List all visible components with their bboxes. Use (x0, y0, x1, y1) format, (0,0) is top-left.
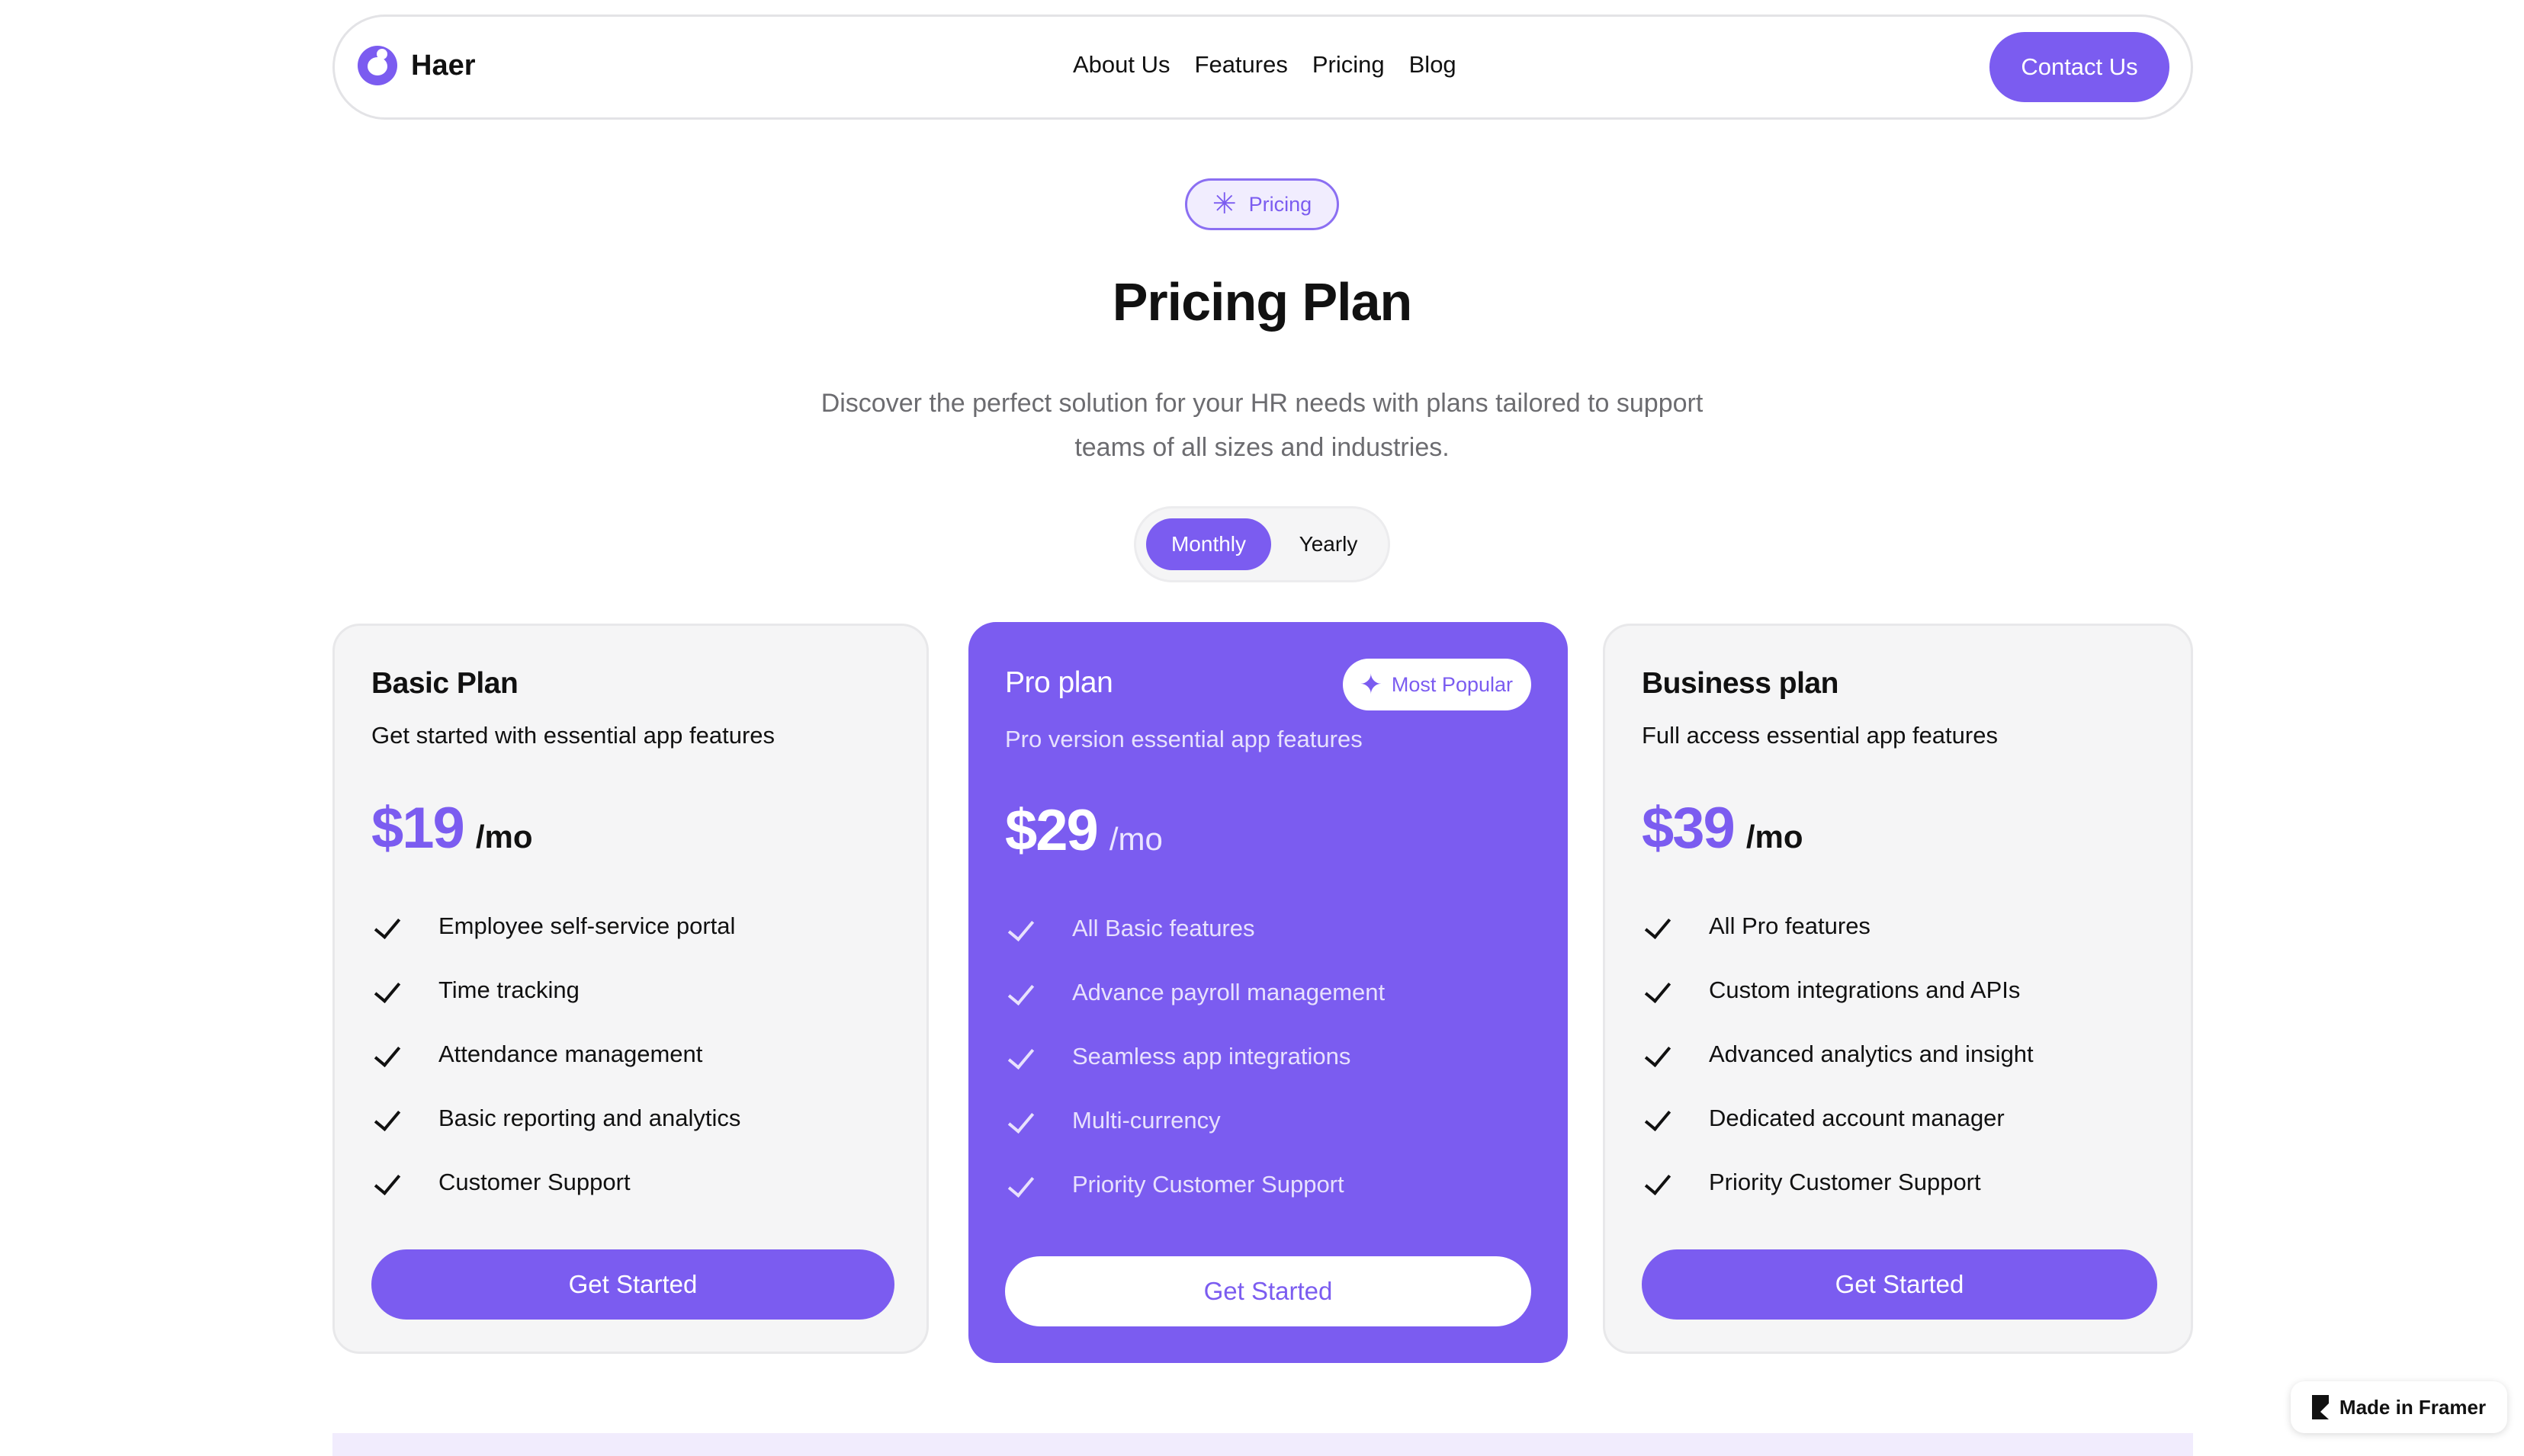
feature-list: All Pro features Custom integrations and… (1642, 894, 2034, 1214)
list-item: Seamless app integrations (1005, 1025, 1385, 1089)
feature-list: All Basic features Advance payroll manag… (1005, 896, 1385, 1217)
feature-label: Customer Support (438, 1169, 631, 1195)
get-started-button[interactable]: Get Started (1642, 1249, 2157, 1320)
check-icon (376, 918, 403, 935)
nav-link-about-us[interactable]: About Us (1073, 51, 1170, 79)
check-icon (1010, 1112, 1037, 1129)
check-icon (376, 982, 403, 999)
plan-name: Pro plan (1005, 666, 1113, 699)
check-icon (1010, 920, 1037, 937)
list-item: Basic reporting and analytics (371, 1086, 740, 1150)
list-item: Multi-currency (1005, 1089, 1385, 1153)
check-icon (1010, 1176, 1037, 1193)
plan-card-pro: Pro plan ✦ Most Popular Pro version esse… (968, 622, 1568, 1363)
check-icon (1010, 984, 1037, 1001)
plan-price: $19 /mo (371, 795, 532, 861)
plan-description: Pro version essential app features (1005, 726, 1363, 752)
feature-label: Priority Customer Support (1709, 1169, 1981, 1195)
made-in-framer-badge[interactable]: Made in Framer (2291, 1381, 2507, 1433)
list-item: Employee self-service portal (371, 894, 740, 958)
check-icon (1646, 1174, 1674, 1191)
get-started-button[interactable]: Get Started (1005, 1256, 1531, 1326)
toggle-yearly[interactable]: Yearly (1275, 518, 1382, 570)
list-item: Custom integrations and APIs (1642, 958, 2034, 1022)
plan-price: $29 /mo (1005, 797, 1163, 864)
nav-link-pricing[interactable]: Pricing (1312, 51, 1385, 79)
asterisk-icon: ✳ (1212, 188, 1237, 220)
feature-label: Advanced analytics and insight (1709, 1041, 2034, 1067)
feature-label: All Pro features (1709, 912, 1871, 939)
feature-label: Employee self-service portal (438, 912, 736, 939)
sparkle-icon: ✦ (1359, 669, 1382, 700)
check-icon (1646, 1110, 1674, 1127)
nav-link-blog[interactable]: Blog (1409, 51, 1456, 79)
brand-logo[interactable]: Haer (358, 46, 476, 85)
pricing-page: Haer About Us Features Pricing Blog Cont… (0, 0, 2524, 1456)
feature-label: All Basic features (1072, 915, 1255, 941)
nav-link-features[interactable]: Features (1195, 51, 1288, 79)
made-in-framer-label: Made in Framer (2339, 1395, 2487, 1419)
list-item: All Pro features (1642, 894, 2034, 958)
section-badge: ✳ Pricing (1185, 178, 1339, 230)
plan-card-basic: Basic Plan Get started with essential ap… (332, 624, 929, 1354)
check-icon (376, 1174, 403, 1191)
list-item: Attendance management (371, 1022, 740, 1086)
get-started-button[interactable]: Get Started (371, 1249, 894, 1320)
billing-toggle: Monthly Yearly (1134, 506, 1390, 582)
feature-label: Priority Customer Support (1072, 1171, 1344, 1198)
toggle-monthly[interactable]: Monthly (1146, 518, 1271, 570)
list-item: Priority Customer Support (1005, 1153, 1385, 1217)
plan-description: Full access essential app features (1642, 722, 1998, 749)
list-item: All Basic features (1005, 896, 1385, 961)
page-title: Pricing Plan (1112, 272, 1413, 332)
list-item: Dedicated account manager (1642, 1086, 2034, 1150)
check-icon (376, 1046, 403, 1063)
feature-label: Advance payroll management (1072, 979, 1386, 1005)
price-period: /mo (1109, 821, 1163, 857)
price-amount: $19 (371, 796, 465, 861)
logo-icon (358, 46, 397, 85)
list-item: Time tracking (371, 958, 740, 1022)
feature-label: Basic reporting and analytics (438, 1105, 741, 1131)
framer-icon (2311, 1395, 2329, 1419)
check-icon (376, 1110, 403, 1127)
feature-label: Attendance management (438, 1041, 703, 1067)
plan-description: Get started with essential app features (371, 722, 776, 749)
list-item: Advance payroll management (1005, 961, 1385, 1025)
check-icon (1646, 918, 1674, 935)
check-icon (1646, 982, 1674, 999)
next-section-edge (332, 1433, 2193, 1456)
feature-list: Employee self-service portal Time tracki… (371, 894, 740, 1214)
plan-card-business: Business plan Full access essential app … (1603, 624, 2193, 1354)
plan-name: Basic Plan (371, 667, 519, 700)
price-amount: $29 (1005, 798, 1099, 863)
brand-name: Haer (411, 49, 476, 82)
feature-label: Multi-currency (1072, 1107, 1221, 1134)
check-icon (1646, 1046, 1674, 1063)
price-period: /mo (475, 819, 533, 855)
plan-name: Business plan (1642, 667, 1838, 700)
list-item: Advanced analytics and insight (1642, 1022, 2034, 1086)
contact-us-button[interactable]: Contact Us (1989, 32, 2169, 102)
page-subtitle: Discover the perfect solution for your H… (820, 389, 1704, 462)
most-popular-label: Most Popular (1391, 672, 1513, 696)
feature-label: Seamless app integrations (1072, 1043, 1351, 1070)
list-item: Customer Support (371, 1150, 740, 1214)
top-navbar: Haer About Us Features Pricing Blog Cont… (332, 14, 2193, 120)
feature-label: Dedicated account manager (1709, 1105, 2005, 1131)
most-popular-badge: ✦ Most Popular (1342, 659, 1531, 710)
list-item: Priority Customer Support (1642, 1150, 2034, 1214)
feature-label: Time tracking (438, 977, 580, 1003)
nav-links: About Us Features Pricing Blog (1073, 51, 1456, 79)
price-period: /mo (1745, 819, 1803, 855)
price-amount: $39 (1642, 796, 1736, 861)
plan-price: $39 /mo (1642, 795, 1803, 861)
section-badge-label: Pricing (1248, 192, 1312, 216)
check-icon (1010, 1048, 1037, 1065)
feature-label: Custom integrations and APIs (1709, 977, 2021, 1003)
